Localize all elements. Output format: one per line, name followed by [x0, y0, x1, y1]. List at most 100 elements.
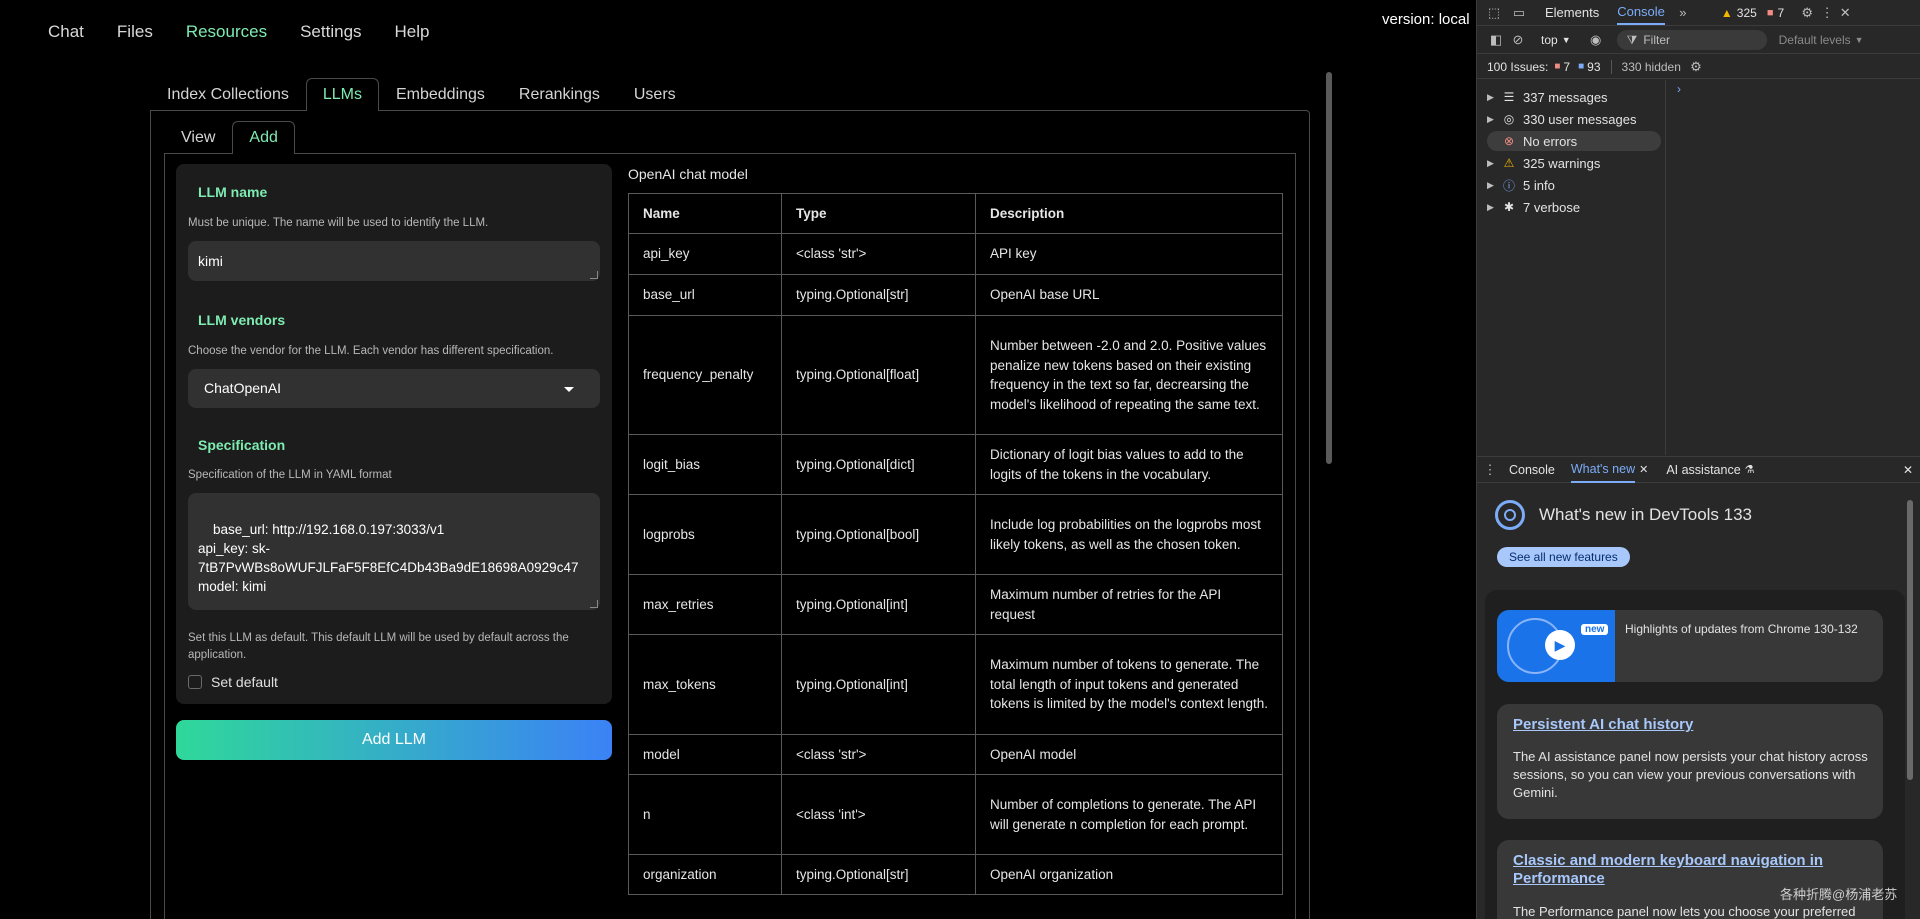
table-row: logprobs typing.Optional[bool] Include l… — [628, 494, 1283, 575]
video-card[interactable]: ▶ new Highlights of updates from Chrome … — [1497, 610, 1883, 682]
param-type: typing.Optional[int] — [781, 574, 976, 635]
sidebar-item-messages[interactable]: ▶ ☰ 337 messages — [1487, 87, 1657, 107]
issues-label[interactable]: 100 Issues: — [1487, 60, 1548, 74]
nav-settings[interactable]: Settings — [300, 22, 361, 42]
device-toolbar-icon[interactable]: ▭ — [1507, 5, 1531, 21]
expand-arrow-icon[interactable]: ▶ — [1487, 92, 1499, 103]
error-icon[interactable]: ■ — [1767, 7, 1774, 19]
info-icon: ⓘ — [1502, 178, 1515, 193]
llm-name-input[interactable]: kimi — [188, 241, 600, 281]
nav-resources[interactable]: Resources — [186, 22, 267, 42]
sidebar-item-warnings[interactable]: ▶ ⚠ 325 warnings — [1487, 153, 1657, 173]
expand-arrow-icon[interactable]: ▶ — [1487, 180, 1499, 191]
resize-handle-icon[interactable] — [590, 271, 598, 279]
tab-console[interactable]: Console — [1617, 0, 1665, 25]
sidebar-item-label: 5 info — [1523, 177, 1555, 193]
devtools-toolbar: ⬚ ▭ Elements Console » ▲ 325 ■ 7 ⚙ ⋮ ✕ — [1477, 0, 1920, 26]
table-row: model <class 'str'> OpenAI model — [628, 734, 1283, 775]
sidebar-item-label: 325 warnings — [1523, 155, 1601, 171]
expand-arrow-icon[interactable]: ▶ — [1487, 202, 1499, 213]
default-help: Set this LLM as default. This default LL… — [188, 632, 569, 661]
filter-input[interactable]: ⧩ Filter — [1616, 30, 1767, 50]
close-drawer-icon[interactable]: ✕ — [1903, 463, 1913, 477]
eye-icon[interactable]: ◉ — [1585, 32, 1607, 48]
nav-files[interactable]: Files — [117, 22, 153, 42]
expand-arrow-icon[interactable]: ▶ — [1487, 158, 1499, 169]
drawer-tab-ai-assistance[interactable]: AI assistance — [1666, 463, 1740, 477]
sidebar-item-verbose[interactable]: ▶ ✱ 7 verbose — [1487, 197, 1657, 217]
page-scrollbar[interactable] — [1326, 72, 1332, 464]
close-tab-icon[interactable]: ✕ — [1639, 463, 1648, 476]
param-name: max_retries — [628, 574, 782, 635]
close-icon[interactable]: ✕ — [1836, 5, 1854, 21]
inspect-element-icon[interactable]: ⬚ — [1481, 5, 1507, 21]
issues-errors[interactable]: 7 — [1563, 60, 1570, 74]
sidebar-item-errors[interactable]: ⊗ No errors — [1487, 131, 1661, 151]
spec-textarea[interactable]: base_url: http://192.168.0.197:3033/v1 a… — [188, 493, 600, 610]
nav-chat[interactable]: Chat — [48, 22, 84, 42]
tab-elements[interactable]: Elements — [1545, 5, 1599, 20]
play-icon[interactable]: ▶ — [1545, 630, 1575, 660]
drawer-tab-whats-new[interactable]: What's new — [1570, 457, 1636, 483]
warnings-count[interactable]: 325 — [1737, 6, 1757, 20]
feature-card-desc: The AI assistance panel now persists you… — [1513, 749, 1868, 800]
param-description: OpenAI model — [975, 734, 1283, 775]
caret-down-icon[interactable]: ▼ — [1855, 35, 1864, 45]
tab-embeddings[interactable]: Embeddings — [379, 78, 502, 111]
tab-view[interactable]: View — [164, 121, 232, 154]
param-description: Number of completions to generate. The A… — [975, 774, 1283, 855]
settings-gear-icon[interactable]: ⚙ — [1685, 59, 1707, 75]
feature-card-link[interactable]: Classic and modern keyboard navigation i… — [1513, 852, 1853, 888]
tab-users[interactable]: Users — [617, 78, 693, 111]
sidebar-item-label: 330 user messages — [1523, 111, 1637, 127]
sidebar-toggle-icon[interactable]: ◧ — [1485, 32, 1507, 48]
expand-arrow-icon[interactable]: ▶ — [1487, 114, 1499, 125]
devtools-panel: ⬚ ▭ Elements Console » ▲ 325 ■ 7 ⚙ ⋮ ✕ ◧… — [1476, 0, 1920, 919]
console-prompt-icon[interactable]: › — [1677, 82, 1681, 96]
table-row: logit_bias typing.Optional[dict] Diction… — [628, 434, 1283, 495]
errors-count[interactable]: 7 — [1777, 6, 1784, 20]
sidebar-item-label: 337 messages — [1523, 89, 1608, 105]
error-icon: ⊗ — [1503, 134, 1515, 148]
table-row: api_key <class 'str'> API key — [628, 233, 1283, 275]
issues-info[interactable]: 93 — [1587, 60, 1600, 74]
tab-add[interactable]: Add — [232, 121, 295, 154]
warning-icon[interactable]: ▲ — [1721, 6, 1733, 20]
caret-down-icon — [564, 387, 574, 392]
tab-llms[interactable]: LLMs — [305, 78, 379, 111]
param-type: <class 'str'> — [781, 233, 976, 275]
more-tabs-icon[interactable]: » — [1671, 5, 1695, 20]
log-levels-select[interactable]: Default levels — [1779, 33, 1851, 47]
clear-console-icon[interactable]: ⊘ — [1507, 32, 1529, 48]
caret-down-icon[interactable]: ▼ — [1562, 35, 1571, 45]
drawer-scrollbar[interactable] — [1907, 500, 1913, 780]
context-select[interactable]: top — [1541, 33, 1558, 47]
see-all-features-button[interactable]: See all new features — [1497, 547, 1630, 567]
nav-help[interactable]: Help — [395, 22, 430, 42]
sidebar-item-info[interactable]: ▶ ⓘ 5 info — [1487, 175, 1657, 195]
settings-gear-icon[interactable]: ⚙ — [1796, 5, 1818, 21]
set-default-label[interactable]: Set default — [211, 674, 278, 690]
console-toolbar: ◧ ⊘ top ▼ ◉ ⧩ Filter Default levels ▼ — [1477, 27, 1920, 54]
drawer-tab-console[interactable]: Console — [1509, 463, 1555, 477]
version-label: version: local — [1382, 11, 1470, 28]
kebab-menu-icon[interactable]: ⋮ — [1483, 462, 1497, 478]
resize-handle-icon[interactable] — [590, 600, 598, 608]
feature-card-link[interactable]: Persistent AI chat history — [1513, 716, 1693, 733]
sidebar-item-user-messages[interactable]: ▶ ◎ 330 user messages — [1487, 109, 1657, 129]
tab-index-collections[interactable]: Index Collections — [150, 78, 306, 111]
drawer-tabs: ⋮ Console What's new ✕ AI assistance ⚗ ✕ — [1477, 457, 1920, 483]
kebab-menu-icon[interactable]: ⋮ — [1818, 5, 1836, 21]
table-row: frequency_penalty typing.Optional[float]… — [628, 315, 1283, 435]
param-name: organization — [628, 854, 782, 895]
column-header: Name — [628, 193, 782, 234]
app-window: Chat Files Resources Settings Help versi… — [0, 0, 1476, 919]
filter-placeholder: Filter — [1643, 33, 1670, 47]
tab-rerankings[interactable]: Rerankings — [502, 78, 617, 111]
set-default-checkbox[interactable] — [188, 675, 202, 689]
vendor-select[interactable]: ChatOpenAI — [188, 369, 600, 408]
param-description: Maximum number of tokens to generate. Th… — [975, 634, 1283, 735]
add-llm-button[interactable]: Add LLM — [176, 720, 612, 760]
column-header: Description — [975, 193, 1283, 234]
spec-table: Name Type Description api_key <class 'st… — [628, 193, 1283, 895]
